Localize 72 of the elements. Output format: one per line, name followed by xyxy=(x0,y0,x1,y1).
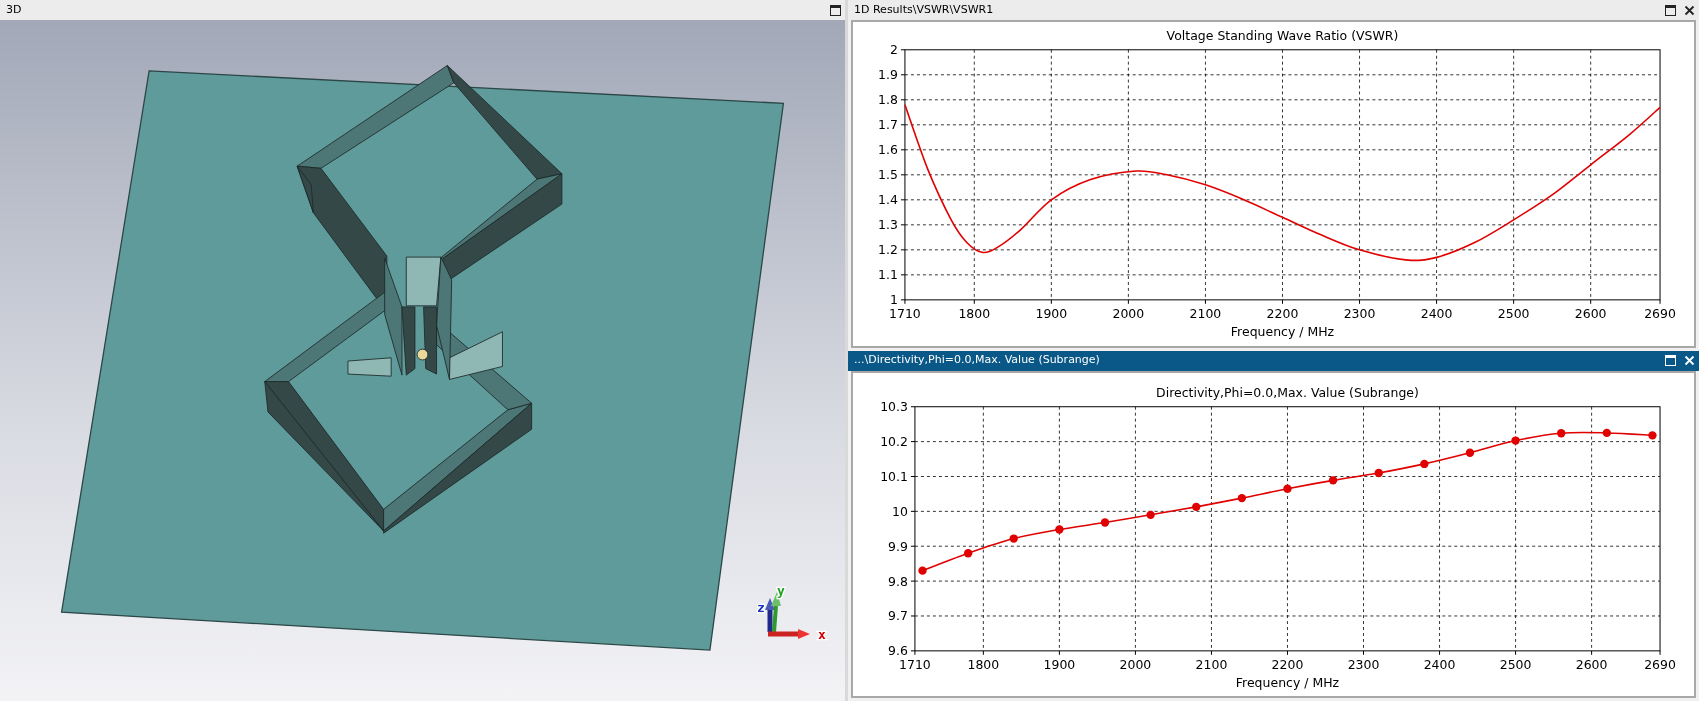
x-tick-label: 2200 xyxy=(1271,656,1304,672)
pane-title: ...\Directivity,Phi=0.0,Max. Value (Subrange) xyxy=(854,352,1101,369)
y-tick-label: 9.9 xyxy=(888,538,908,554)
x-tick-label: 2300 xyxy=(1347,656,1380,672)
x-tick-label: 1710 xyxy=(899,656,931,672)
axis-label: y xyxy=(777,583,785,598)
chart-title: Voltage Standing Wave Ratio (VSWR) xyxy=(1166,27,1399,43)
x-tick-label: 2000 xyxy=(1119,656,1152,672)
data-point xyxy=(1055,524,1064,534)
x-tick-label: 1900 xyxy=(1035,305,1068,321)
x-tick-label: 2200 xyxy=(1266,305,1299,321)
data-point xyxy=(1511,435,1520,445)
data-point xyxy=(1009,533,1018,543)
y-tick-label: 1.7 xyxy=(878,117,898,133)
y-tick-label: 9.7 xyxy=(888,608,908,623)
data-point xyxy=(1557,428,1566,437)
y-tick-label: 1.6 xyxy=(878,142,898,158)
x-tick-label: 2400 xyxy=(1423,656,1456,672)
x-tick-label: 2500 xyxy=(1497,305,1530,321)
x-tick-label: 2100 xyxy=(1189,305,1222,321)
x-tick-label: 1710 xyxy=(889,305,921,321)
x-tick-label: 2690 xyxy=(1644,656,1676,672)
data-point xyxy=(1648,430,1657,439)
data-point xyxy=(1328,475,1338,484)
y-tick-label: 2 xyxy=(890,42,898,58)
data-point xyxy=(918,566,927,575)
y-tick-label: 1.2 xyxy=(878,242,898,258)
axis-label: z xyxy=(757,600,765,615)
x-tick-label: 2600 xyxy=(1575,656,1608,672)
close-icon[interactable] xyxy=(1684,4,1695,16)
data-point xyxy=(1602,428,1611,437)
y-tick-label: 1 xyxy=(890,292,898,308)
x-tick-label: 2690 xyxy=(1644,305,1676,321)
y-tick-label: 10.3 xyxy=(880,398,908,414)
x-tick-label: 2600 xyxy=(1574,305,1607,321)
x-tick-label: 2300 xyxy=(1343,305,1376,321)
x-tick-label: 1900 xyxy=(1043,656,1076,672)
maximize-icon[interactable] xyxy=(830,4,841,16)
data-point xyxy=(1100,517,1110,527)
data-point xyxy=(1465,448,1475,457)
x-tick-label: 1800 xyxy=(958,305,991,321)
data-point xyxy=(1237,493,1247,502)
y-tick-label: 1.3 xyxy=(878,217,898,233)
y-tick-label: 9.8 xyxy=(888,573,908,589)
data-point xyxy=(963,548,973,557)
y-tick-label: 1.8 xyxy=(878,92,898,108)
3d-viewport[interactable]: x y z xyxy=(0,20,845,701)
data-point xyxy=(1283,484,1292,493)
y-tick-label: 1.1 xyxy=(878,267,898,283)
x-tick-label: 2500 xyxy=(1499,656,1532,672)
pane-title: 1D Results\VSWR\VSWR1 xyxy=(854,1,995,18)
data-point xyxy=(1146,510,1155,519)
maximize-icon[interactable] xyxy=(1665,4,1676,16)
axis-label: x xyxy=(818,627,826,642)
x-tick-label: 2000 xyxy=(1112,305,1145,321)
x-axis-title: Frequency / MHz xyxy=(1230,323,1335,339)
y-tick-label: 1.5 xyxy=(878,167,898,183)
x-axis-title: Frequency / MHz xyxy=(1235,674,1340,690)
x-tick-label: 2100 xyxy=(1195,656,1228,672)
data-point xyxy=(1420,459,1429,468)
y-tick-label: 1.9 xyxy=(878,67,898,83)
data-point xyxy=(1374,468,1383,477)
y-tick-label: 1.4 xyxy=(878,192,898,208)
x-tick-label: 1800 xyxy=(967,656,1000,672)
y-tick-label: 9.6 xyxy=(888,642,908,658)
pane-title: 3D xyxy=(6,1,23,18)
data-point xyxy=(1192,502,1201,511)
x-tick-label: 2400 xyxy=(1420,305,1453,321)
y-tick-label: 10.2 xyxy=(880,433,908,449)
y-tick-label: 10.1 xyxy=(880,468,908,484)
chart-title: Directivity,Phi=0.0,Max. Value (Subrange) xyxy=(1156,384,1419,400)
y-tick-label: 10 xyxy=(892,503,908,519)
